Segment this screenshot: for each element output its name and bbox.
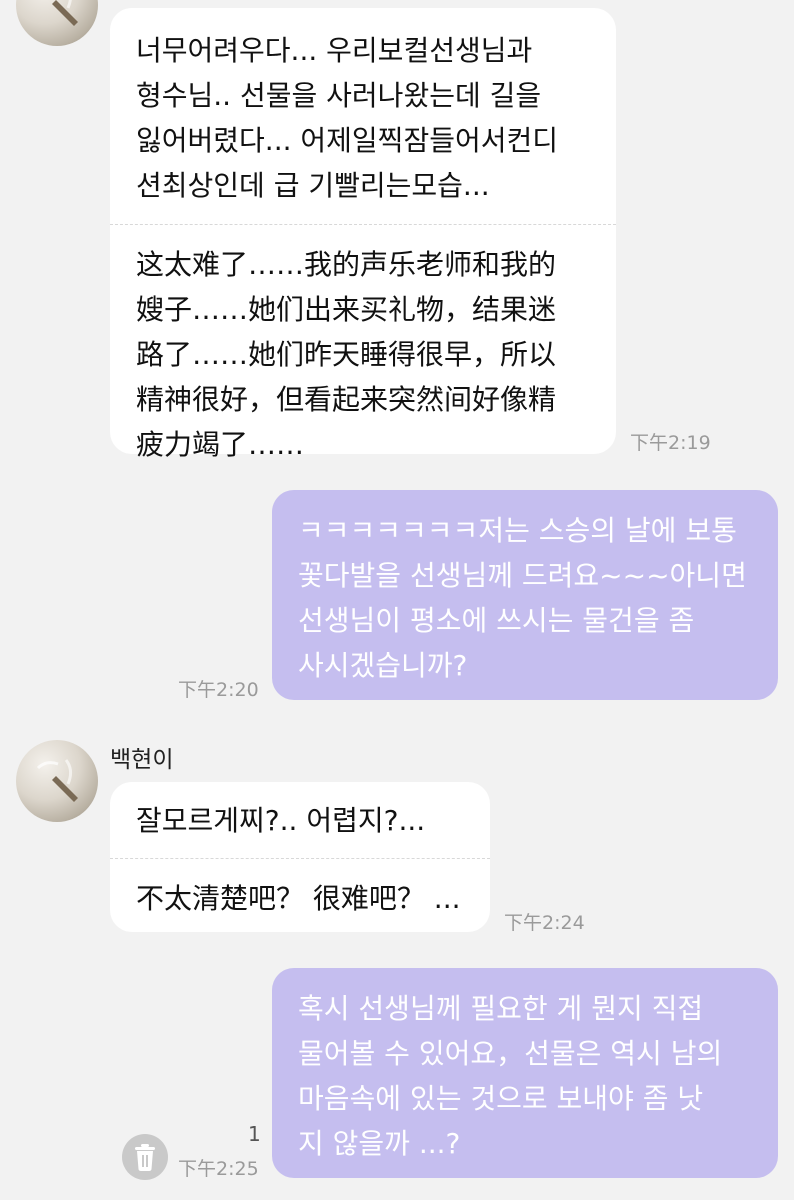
message-translation-text: 不太清楚吧？ 很难吧？ ...: [136, 882, 461, 915]
profile-photo-icon: [52, 0, 78, 26]
message-original-text: 잘모르게찌?.. 어렵지?...: [136, 804, 426, 837]
message-original-text: 너무어려우다... 우리보컬선생님과 형수님.. 선물을 사러나왔는데 길을 잃…: [136, 34, 559, 202]
delete-message-button[interactable]: [122, 1134, 168, 1180]
message-bubble-incoming[interactable]: 너무어려우다... 우리보컬선생님과 형수님.. 선물을 사러나왔는데 길을 잃…: [110, 8, 616, 461]
message-timestamp: 下午2:24: [504, 912, 585, 934]
message-text: ㅋㅋㅋㅋㅋㅋㅋ저는 스승의 날에 보통 꽃다발을 선생님께 드려요~~~아니면 …: [298, 514, 747, 682]
message-bubble-incoming[interactable]: 잘모르게찌?.. 어렵지?... 不太清楚吧？ 很难吧？ ...: [110, 782, 490, 932]
sender-avatar[interactable]: [16, 740, 98, 822]
translation-divider: [110, 858, 490, 859]
message-timestamp: 下午2:20: [178, 679, 259, 701]
message-bubble-outgoing[interactable]: ㅋㅋㅋㅋㅋㅋㅋ저는 스승의 날에 보통 꽃다발을 선생님께 드려요~~~아니면 …: [272, 490, 778, 700]
unread-count: 1: [248, 1122, 261, 1146]
profile-photo-icon: [36, 759, 78, 802]
message-timestamp: 下午2:19: [630, 432, 711, 454]
message-text: 혹시 선생님께 필요한 게 뭔지 직접 물어볼 수 있어요，선물은 역시 남의 …: [298, 992, 723, 1160]
trash-icon: [135, 1144, 155, 1171]
message-timestamp: 下午2:25: [178, 1158, 259, 1180]
translation-divider: [110, 224, 616, 225]
message-translation-text: 这太难了……我的声乐老师和我的 嫂子……她们出来买礼物，结果迷 路了……她们昨天…: [136, 248, 557, 461]
message-bubble-outgoing[interactable]: 혹시 선생님께 필요한 게 뭔지 직접 물어볼 수 있어요，선물은 역시 남의 …: [272, 968, 778, 1178]
sender-avatar[interactable]: [16, 0, 98, 46]
sender-name: 백현이: [110, 747, 174, 773]
